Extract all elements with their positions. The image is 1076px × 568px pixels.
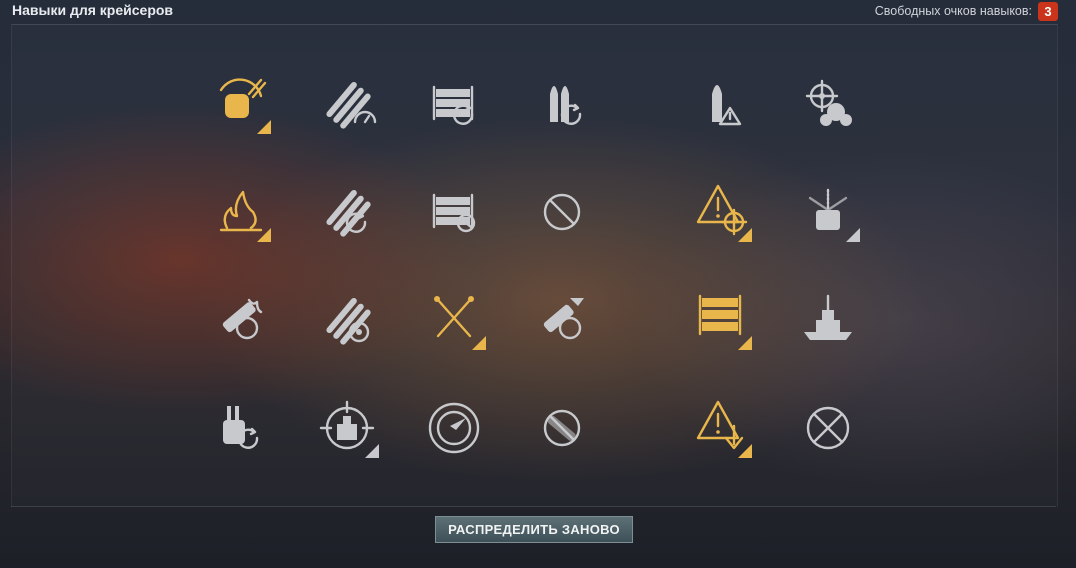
skill-aa-flag[interactable]	[524, 280, 604, 360]
skill-main-battery-reload[interactable]	[201, 388, 281, 468]
skill-alert-down[interactable]	[682, 388, 762, 468]
alert-down-icon	[696, 400, 752, 458]
torpedo-reload-icon	[326, 189, 371, 237]
skill-blocked-aa[interactable]	[524, 388, 604, 468]
free-points: Свободных очков навыков: 3	[875, 1, 1058, 21]
skill-available-corner-icon	[846, 228, 860, 242]
skill-shell-reload[interactable]	[524, 64, 604, 144]
free-points-badge: 3	[1038, 1, 1058, 21]
shell-reload-icon	[550, 86, 582, 125]
alert-crosshair-icon	[696, 184, 752, 242]
skill-consumable-stack[interactable]	[682, 280, 762, 360]
skill-torpedo-armament[interactable]	[309, 280, 389, 360]
torpedo-speed-icon	[326, 81, 377, 129]
skill-radar-ship[interactable]	[790, 172, 870, 252]
skill-available-corner-icon	[738, 444, 752, 458]
shell-warning-icon	[712, 85, 742, 126]
reset-skills-button[interactable]: РАСПРЕДЕЛИТЬ ЗАНОВО	[435, 516, 633, 543]
crossed-aa-guns-icon	[806, 406, 850, 450]
radar-compass-icon	[428, 402, 480, 454]
radar-ship-icon	[808, 188, 860, 242]
battleship-icon	[804, 294, 852, 340]
main-battery-reload-icon	[223, 406, 259, 449]
skill-torpedo-reload[interactable]	[309, 172, 389, 252]
skill-crossed-aa-guns[interactable]	[790, 388, 870, 468]
consumable-stack-icon	[698, 294, 752, 350]
aa-flag-icon	[543, 298, 584, 340]
skill-available-corner-icon	[257, 120, 271, 134]
skill-consumable-timer[interactable]	[416, 172, 496, 252]
consumable-timer-icon	[432, 193, 476, 233]
skill-aa-fire[interactable]	[201, 280, 281, 360]
ship-helm-propeller-icon	[805, 79, 852, 126]
fire-icon	[219, 190, 271, 242]
skill-torpedo-speed[interactable]	[309, 64, 389, 144]
skill-ship-helm-propeller[interactable]	[790, 64, 870, 144]
skill-target-ship[interactable]	[309, 388, 389, 468]
skill-alert-crosshair[interactable]	[682, 172, 762, 252]
free-points-label: Свободных очков навыков:	[874, 4, 1032, 18]
skill-battleship[interactable]	[790, 280, 870, 360]
page-title: Навыки для крейсеров	[12, 2, 174, 18]
blocked-icon	[543, 193, 581, 231]
consumable-reload-icon	[432, 85, 474, 125]
skill-turret-rotation[interactable]	[201, 64, 281, 144]
skill-consumable-reload[interactable]	[416, 64, 496, 144]
torpedo-armament-icon	[326, 297, 371, 345]
skill-available-corner-icon	[472, 336, 486, 350]
skill-available-corner-icon	[738, 336, 752, 350]
aa-fire-icon	[222, 298, 263, 340]
blocked-aa-icon	[543, 409, 581, 447]
skill-fire[interactable]	[201, 172, 281, 252]
target-ship-icon	[319, 400, 379, 458]
footer-divider	[11, 506, 1056, 507]
header: Навыки для крейсеров Свободных очков нав…	[0, 0, 1076, 22]
skill-radar-compass[interactable]	[416, 388, 496, 468]
skill-crossed-wrenches[interactable]	[416, 280, 496, 360]
skill-blocked[interactable]	[524, 172, 604, 252]
skill-shell-warning[interactable]	[682, 64, 762, 144]
crossed-wrenches-icon	[434, 296, 486, 350]
turret-rotation-icon	[219, 78, 271, 134]
skill-available-corner-icon	[365, 444, 379, 458]
